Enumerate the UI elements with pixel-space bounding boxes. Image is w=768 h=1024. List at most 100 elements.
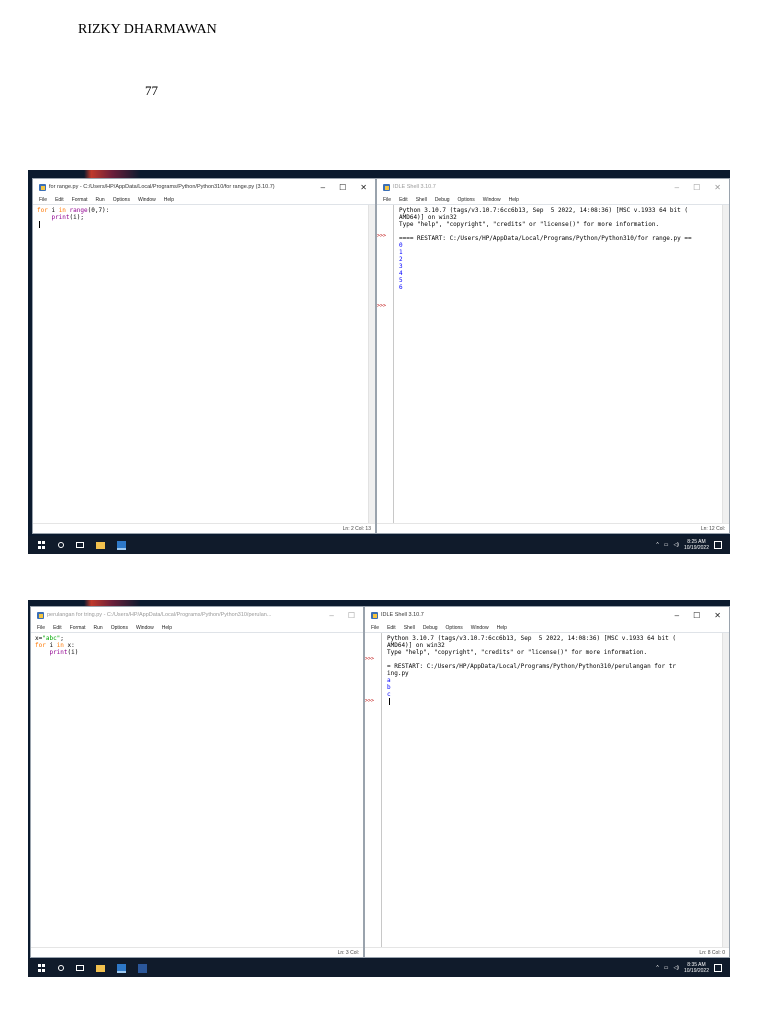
banner-line: Type "help", "copyright", "credits" or "…: [387, 649, 648, 656]
shell-output-area[interactable]: >>> >>> Python 3.10.7 (tags/v3.10.7:6cc6…: [365, 632, 729, 947]
close-button[interactable]: ✕: [360, 183, 367, 192]
speaker-icon[interactable]: ◁): [673, 965, 679, 971]
menu-edit[interactable]: Edit: [55, 197, 64, 203]
menu-help[interactable]: Help: [162, 625, 172, 631]
menu-edit[interactable]: Edit: [387, 625, 396, 631]
output-line: 6: [399, 284, 403, 291]
code-text: for i in range(0,7): print(i);: [33, 205, 375, 230]
task-view-icon[interactable]: [76, 542, 84, 548]
code-punct: ;: [60, 635, 64, 642]
search-icon[interactable]: [58, 965, 64, 971]
minimize-button[interactable]: –: [321, 183, 325, 192]
network-icon[interactable]: ▭: [664, 965, 669, 971]
menu-file[interactable]: File: [39, 197, 47, 203]
chevron-up-icon[interactable]: ^: [656, 542, 658, 548]
menu-options[interactable]: Options: [458, 197, 475, 203]
idle-python-icon[interactable]: [117, 540, 126, 550]
menu-shell[interactable]: Shell: [416, 197, 427, 203]
editor-window[interactable]: perulangan for tring.py - C:/Users/HP/Ap…: [30, 606, 364, 958]
output-line: 4: [399, 270, 403, 277]
restart-line: = RESTART: C:/Users/HP/AppData/Local/Pro…: [387, 663, 676, 670]
shell-menubar: File Edit Shell Debug Options Window Hel…: [377, 195, 729, 204]
file-explorer-icon[interactable]: [96, 964, 105, 972]
shell-window[interactable]: IDLE Shell 3.10.7 – ☐ ✕ File Edit Shell …: [364, 606, 730, 958]
vertical-scrollbar[interactable]: [368, 205, 375, 523]
maximize-button[interactable]: ☐: [693, 183, 700, 192]
idle-python-icon[interactable]: [117, 963, 126, 973]
desktop-wallpaper-strip: [28, 170, 730, 178]
shell-window[interactable]: IDLE Shell 3.10.7 – ☐ ✕ File Edit Shell …: [376, 178, 730, 534]
menu-window[interactable]: Window: [471, 625, 489, 631]
code-keyword: in: [58, 207, 66, 214]
taskbar: ^ ▭ ◁) 8:25 AM 10/19/2022: [28, 536, 730, 554]
taskbar: ^ ▭ ◁) 8:35 AM 10/19/2022: [28, 959, 730, 977]
output-line: 2: [399, 256, 403, 263]
close-button[interactable]: ✕: [714, 183, 721, 192]
windows-logo-icon[interactable]: [38, 541, 46, 549]
shell-titlebar[interactable]: IDLE Shell 3.10.7 – ☐ ✕: [377, 179, 729, 195]
screenshot-perulangan-string: perulangan for tring.py - C:/Users/HP/Ap…: [28, 600, 730, 977]
maximize-button[interactable]: ☐: [348, 611, 355, 620]
minimize-button[interactable]: –: [329, 611, 333, 620]
chevron-up-icon[interactable]: ^: [656, 965, 658, 971]
shell-titlebar[interactable]: IDLE Shell 3.10.7 – ☐ ✕: [365, 607, 729, 623]
editor-titlebar[interactable]: perulangan for tring.py - C:/Users/HP/Ap…: [31, 607, 363, 623]
shell-text: Python 3.10.7 (tags/v3.10.7:6cc6b13, Sep…: [383, 633, 721, 947]
menu-format[interactable]: Format: [72, 197, 88, 203]
menu-edit[interactable]: Edit: [399, 197, 408, 203]
minimize-button[interactable]: –: [675, 183, 679, 192]
page-number: 77: [145, 83, 158, 98]
code-editor[interactable]: for i in range(0,7): print(i);: [33, 204, 375, 523]
menu-shell[interactable]: Shell: [404, 625, 415, 631]
menu-options[interactable]: Options: [111, 625, 128, 631]
editor-window[interactable]: for range.py - C:/Users/HP/AppData/Local…: [32, 178, 376, 534]
close-button[interactable]: ✕: [714, 611, 721, 620]
menu-help[interactable]: Help: [164, 197, 174, 203]
vertical-scrollbar[interactable]: [722, 633, 729, 947]
text-cursor: [39, 221, 40, 228]
output-line: a: [387, 677, 391, 684]
editor-titlebar[interactable]: for range.py - C:/Users/HP/AppData/Local…: [33, 179, 375, 195]
prompt-gutter: >>> >>>: [377, 205, 394, 523]
menu-options[interactable]: Options: [113, 197, 130, 203]
menu-help[interactable]: Help: [509, 197, 519, 203]
windows-logo-icon[interactable]: [38, 964, 46, 972]
maximize-button[interactable]: ☐: [693, 611, 700, 620]
notification-icon[interactable]: [714, 964, 722, 972]
code-editor[interactable]: x="abc"; for i in x: print(i): [31, 632, 363, 947]
search-icon[interactable]: [58, 542, 64, 548]
clock[interactable]: 8:25 AM 10/19/2022: [684, 539, 709, 551]
idle-app-icon: [371, 611, 378, 619]
file-explorer-icon[interactable]: [96, 541, 105, 549]
clock[interactable]: 8:35 AM 10/19/2022: [684, 962, 709, 974]
notification-icon[interactable]: [714, 541, 722, 549]
vertical-scrollbar[interactable]: [722, 205, 729, 523]
menu-file[interactable]: File: [37, 625, 45, 631]
editor-statusbar: Ln: 3 Col:: [31, 947, 363, 957]
output-line: b: [387, 684, 391, 691]
menu-run[interactable]: Run: [96, 197, 105, 203]
menu-help[interactable]: Help: [497, 625, 507, 631]
menu-window[interactable]: Window: [483, 197, 501, 203]
word-icon[interactable]: [138, 963, 147, 973]
minimize-button[interactable]: –: [675, 611, 679, 620]
menu-window[interactable]: Window: [136, 625, 154, 631]
shell-title: IDLE Shell 3.10.7: [381, 612, 424, 618]
menu-format[interactable]: Format: [70, 625, 86, 631]
menu-debug[interactable]: Debug: [423, 625, 438, 631]
restart-line: ing.py: [387, 670, 409, 677]
shell-output-area[interactable]: >>> >>> Python 3.10.7 (tags/v3.10.7:6cc6…: [377, 204, 729, 523]
maximize-button[interactable]: ☐: [339, 183, 346, 192]
menu-file[interactable]: File: [383, 197, 391, 203]
task-view-icon[interactable]: [76, 965, 84, 971]
network-icon[interactable]: ▭: [664, 542, 669, 548]
speaker-icon[interactable]: ◁): [673, 542, 679, 548]
menu-file[interactable]: File: [371, 625, 379, 631]
menu-debug[interactable]: Debug: [435, 197, 450, 203]
menu-options[interactable]: Options: [446, 625, 463, 631]
menu-run[interactable]: Run: [94, 625, 103, 631]
menu-window[interactable]: Window: [138, 197, 156, 203]
menu-edit[interactable]: Edit: [53, 625, 62, 631]
